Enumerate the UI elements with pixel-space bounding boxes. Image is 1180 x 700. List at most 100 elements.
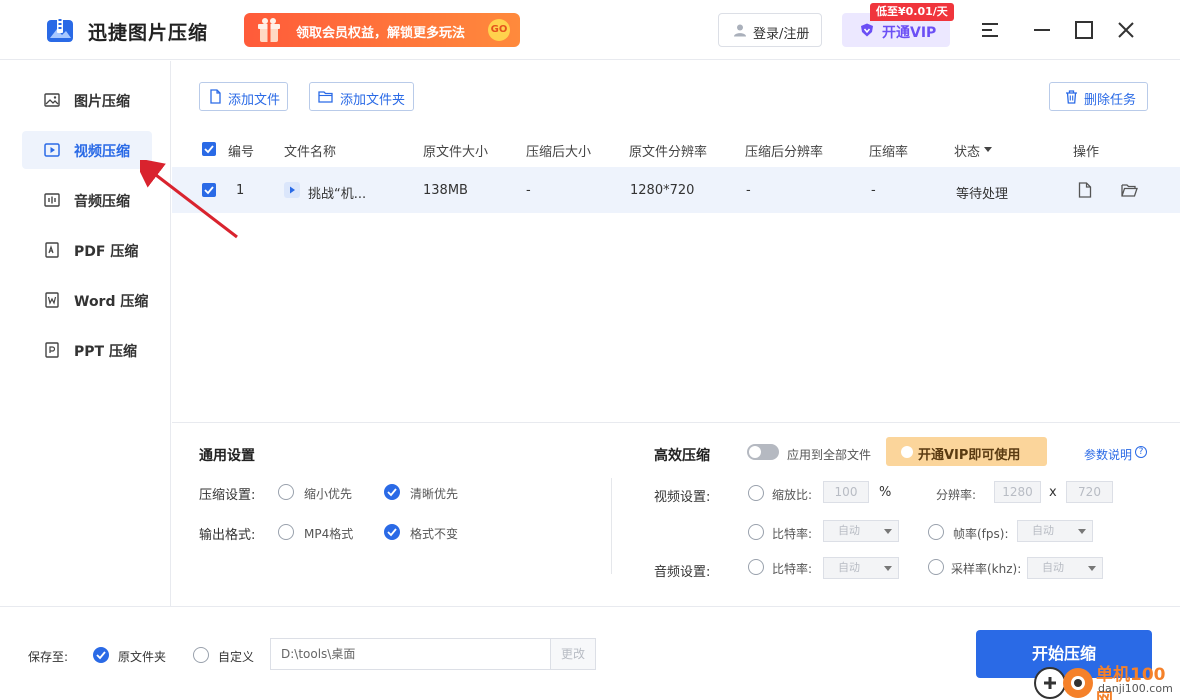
radio-clarity-priority[interactable] [384, 484, 400, 500]
audio-wave-icon [44, 193, 60, 207]
radio-size-priority[interactable] [278, 484, 294, 500]
chevron-down-icon [884, 529, 892, 534]
resolution-label: 分辨率: [936, 488, 977, 502]
resolution-x: x [1049, 485, 1057, 500]
video-bitrate-value: 自动 [838, 524, 860, 537]
select-all-checkbox[interactable] [202, 142, 216, 156]
radio-scale[interactable] [748, 485, 764, 501]
apply-all-toggle[interactable] [747, 444, 779, 460]
vip-unlock-button[interactable]: 开通VIP即可使用 [886, 437, 1047, 466]
vip-shield-icon [861, 23, 873, 37]
sidebar-item-audio[interactable]: 音频压缩 [22, 181, 152, 219]
mp4-format-label: MP4格式 [304, 527, 354, 541]
video-settings-label: 视频设置: [654, 490, 711, 505]
folder-icon [318, 91, 333, 103]
row-checkbox[interactable] [202, 183, 216, 197]
apply-all-label: 应用到全部文件 [787, 448, 872, 462]
column-header-original-size: 原文件大小 [423, 145, 489, 160]
video-file-icon [284, 182, 300, 198]
sidebar-item-word[interactable]: Word 压缩 [22, 281, 152, 319]
radio-audio-bitrate[interactable] [748, 559, 764, 575]
source-folder-label: 原文件夹 [118, 650, 167, 664]
video-bitrate-label: 比特率: [772, 527, 813, 541]
keep-format-label: 格式不变 [410, 527, 459, 541]
menu-icon[interactable] [978, 18, 1002, 42]
sidebar-item-ppt[interactable]: PPT 压缩 [22, 331, 152, 369]
radio-fps[interactable] [928, 524, 944, 540]
sidebar-item-label: Word 压缩 [74, 294, 149, 310]
row-compressed-resolution: - [746, 183, 751, 198]
clarity-priority-label: 清晰优先 [410, 487, 459, 501]
output-path-input[interactable]: D:\tools\桌面 [270, 638, 551, 670]
login-button[interactable]: 登录/注册 [718, 13, 822, 47]
add-file-label: 添加文件 [228, 93, 281, 108]
column-header-compressed-size: 压缩后大小 [526, 145, 592, 160]
fps-select[interactable]: 自动 [1017, 520, 1093, 542]
sidebar-item-pdf[interactable]: PDF 压缩 [22, 231, 152, 269]
param-help-link[interactable]: 参数说明 [1084, 446, 1132, 463]
delete-task-label: 删除任务 [1084, 93, 1137, 108]
promo-go-button[interactable]: GO [488, 19, 510, 41]
delete-task-button[interactable]: 删除任务 [1049, 82, 1148, 111]
row-index: 1 [236, 183, 245, 198]
close-icon[interactable] [1114, 18, 1138, 42]
scale-label: 缩放比: [772, 488, 813, 502]
row-ratio: - [871, 183, 876, 198]
word-icon [45, 292, 59, 308]
vip-price-badge: 低至¥0.01/天 [870, 3, 954, 21]
add-file-button[interactable]: 添加文件 [199, 82, 288, 111]
output-format-label: 输出格式: [199, 528, 256, 543]
compress-setting-label: 压缩设置: [199, 488, 256, 503]
radio-sample-rate[interactable] [928, 559, 944, 575]
resolution-width-input[interactable]: 1280 [994, 481, 1041, 503]
add-folder-label: 添加文件夹 [340, 93, 406, 108]
file-add-icon [210, 89, 221, 104]
audio-bitrate-label: 比特率: [772, 562, 813, 576]
audio-bitrate-select[interactable]: 自动 [823, 557, 899, 579]
audio-settings-label: 音频设置: [654, 565, 711, 580]
resolution-height-input[interactable]: 720 [1066, 481, 1113, 503]
video-play-icon [44, 143, 60, 157]
column-header-actions: 操作 [1073, 145, 1100, 160]
help-question-icon[interactable]: ? [1135, 446, 1147, 458]
watermark-url: danji100.com [1098, 682, 1173, 695]
size-priority-label: 缩小优先 [304, 487, 353, 501]
radio-video-bitrate[interactable] [748, 524, 764, 540]
fps-label: 帧率(fps): [953, 527, 1009, 541]
sample-rate-value: 自动 [1042, 561, 1064, 574]
add-folder-button[interactable]: 添加文件夹 [309, 82, 414, 111]
save-to-label: 保存至: [28, 650, 69, 664]
maximize-icon[interactable] [1072, 18, 1096, 42]
row-status: 等待处理 [956, 187, 1009, 202]
ppt-icon [45, 342, 59, 358]
radio-custom-folder[interactable] [193, 647, 209, 663]
promo-banner[interactable]: 领取会员权益，解锁更多玩法 GO [244, 13, 520, 47]
preview-file-icon[interactable] [1078, 182, 1092, 198]
sidebar-item-label: 视频压缩 [74, 144, 130, 160]
custom-folder-label: 自定义 [218, 650, 255, 664]
sidebar-item-video[interactable]: 视频压缩 [22, 131, 152, 169]
sidebar-item-image[interactable]: 图片压缩 [22, 81, 152, 119]
pdf-icon [45, 242, 59, 258]
minimize-icon[interactable] [1030, 18, 1054, 42]
radio-keep-format[interactable] [384, 524, 400, 540]
row-filename: 挑战“机... [308, 187, 367, 202]
column-header-status[interactable]: 状态 [954, 141, 980, 160]
general-settings-title: 通用设置 [199, 448, 255, 464]
row-original-size: 138MB [423, 183, 468, 198]
settings-column-divider [611, 478, 612, 574]
video-bitrate-select[interactable]: 自动 [823, 520, 899, 542]
sidebar-item-label: 音频压缩 [74, 194, 130, 210]
row-compressed-size: - [526, 183, 531, 198]
sample-rate-select[interactable]: 自动 [1027, 557, 1103, 579]
column-header-index: 编号 [228, 145, 255, 160]
audio-bitrate-value: 自动 [838, 561, 860, 574]
change-path-button[interactable]: 更改 [550, 638, 596, 670]
user-icon [734, 24, 746, 37]
sort-caret-icon[interactable] [984, 147, 992, 153]
radio-source-folder[interactable] [93, 647, 109, 663]
app-title: 迅捷图片压缩 [88, 22, 209, 44]
scale-input[interactable]: 100 [823, 481, 869, 503]
radio-mp4-format[interactable] [278, 524, 294, 540]
open-folder-icon[interactable] [1121, 183, 1138, 197]
